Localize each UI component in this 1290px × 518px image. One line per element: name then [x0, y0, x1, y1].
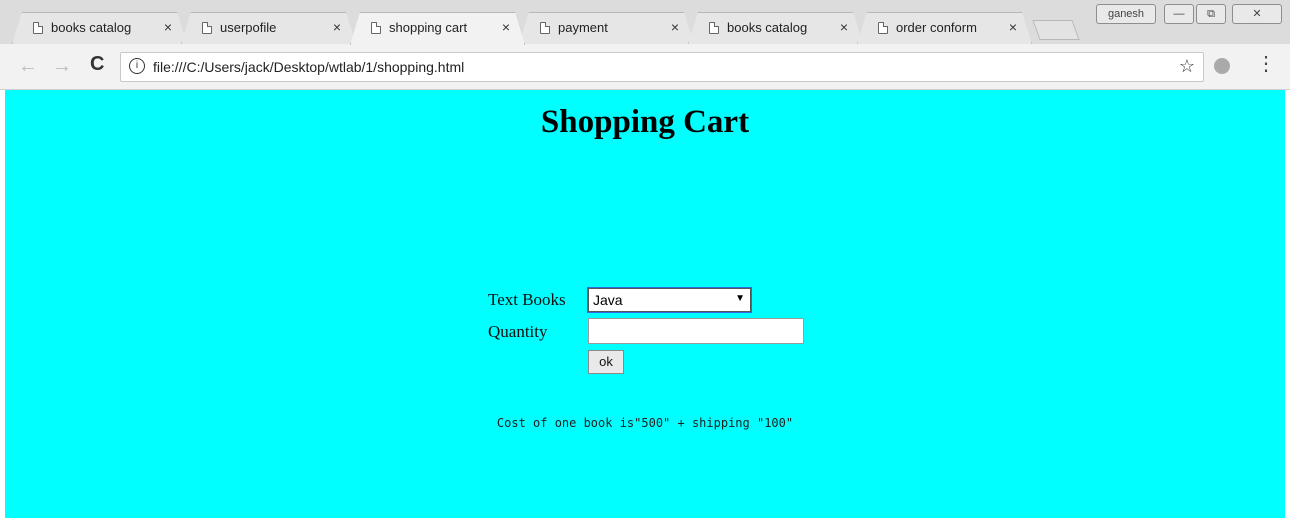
tab-title: books catalog — [51, 20, 132, 35]
tab-userpofile[interactable]: userpofile × — [181, 12, 356, 44]
tab-strip: books catalog × userpofile × shopping ca… — [6, 6, 1086, 44]
close-icon[interactable]: × — [1009, 19, 1017, 35]
tab-title: shopping cart — [389, 20, 468, 35]
tab-books-catalog[interactable]: books catalog × — [12, 12, 187, 44]
page-icon — [878, 22, 888, 34]
close-icon[interactable]: × — [502, 19, 510, 35]
close-icon[interactable]: × — [840, 19, 848, 35]
page-title: Shopping Cart — [540, 104, 750, 140]
tab-shopping-cart[interactable]: shopping cart × — [350, 12, 525, 45]
address-bar[interactable]: i file:///C:/Users/jack/Desktop/wtlab/1/… — [120, 52, 1204, 82]
menu-kebab-icon[interactable]: ⋮ — [1256, 54, 1276, 74]
restore-button[interactable]: ⧉ — [1196, 4, 1226, 24]
quantity-input[interactable] — [588, 318, 804, 344]
close-icon[interactable]: × — [671, 19, 679, 35]
browser-titlebar: books catalog × userpofile × shopping ca… — [0, 0, 1290, 44]
close-icon[interactable]: × — [333, 19, 341, 35]
textbooks-selected-value: Java — [593, 292, 623, 308]
window-close-button[interactable]: ✕ — [1232, 4, 1282, 24]
tab-title: userpofile — [220, 20, 277, 35]
profile-button[interactable]: ganesh — [1096, 4, 1156, 24]
address-url[interactable]: file:///C:/Users/jack/Desktop/wtlab/1/sh… — [153, 59, 464, 75]
close-icon[interactable]: × — [164, 19, 172, 35]
page-icon — [33, 22, 43, 34]
tab-title: payment — [558, 20, 608, 35]
tab-books-catalog-2[interactable]: books catalog × — [688, 12, 863, 44]
minimize-button[interactable]: — — [1164, 4, 1194, 24]
back-arrow-icon[interactable]: ← — [18, 55, 38, 78]
textbooks-label: Text Books — [488, 290, 566, 309]
bookmark-star-icon[interactable]: ☆ — [1179, 56, 1195, 77]
extension-icon[interactable] — [1214, 58, 1230, 74]
page-content: Shopping Cart Text Books Java ▼ Quantity… — [5, 90, 1285, 518]
page-icon — [540, 22, 550, 34]
dropdown-arrow-icon: ▼ — [735, 293, 745, 304]
page-icon — [371, 22, 381, 34]
new-tab-button[interactable] — [1032, 20, 1080, 40]
page-icon — [709, 22, 719, 34]
info-icon[interactable]: i — [129, 58, 145, 74]
reload-icon[interactable]: C — [90, 53, 104, 76]
tab-order-conform[interactable]: order conform × — [857, 12, 1032, 44]
tab-payment[interactable]: payment × — [519, 12, 694, 44]
ok-button[interactable]: ok — [588, 350, 624, 374]
tab-title: books catalog — [727, 20, 808, 35]
forward-arrow-icon[interactable]: → — [52, 55, 72, 78]
textbooks-select[interactable]: Java ▼ — [587, 287, 752, 313]
page-icon — [202, 22, 212, 34]
browser-toolbar: ← → C i file:///C:/Users/jack/Desktop/wt… — [0, 44, 1290, 90]
tab-title: order conform — [896, 20, 977, 35]
quantity-label: Quantity — [488, 322, 548, 341]
cost-note: Cost of one book is"500" + shipping "100… — [496, 416, 794, 430]
